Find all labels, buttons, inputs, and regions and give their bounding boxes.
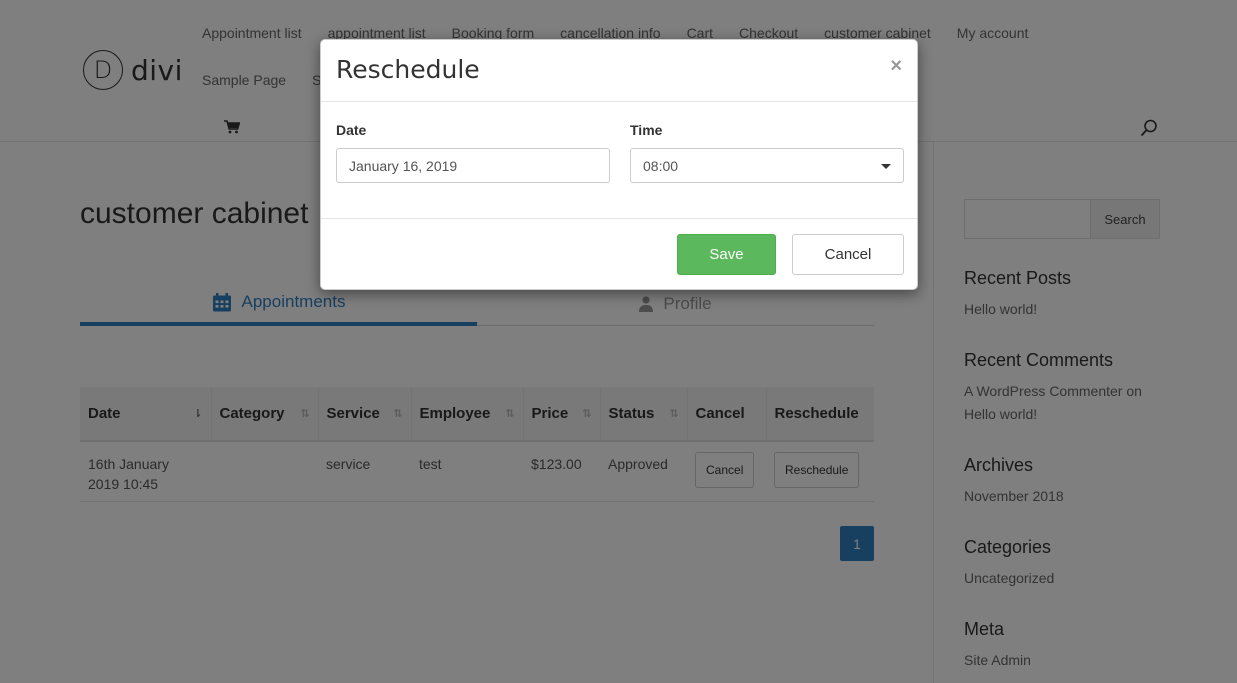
close-icon[interactable]: × bbox=[890, 56, 902, 76]
modal-title: Reschedule bbox=[336, 55, 480, 84]
date-field[interactable]: January 16, 2019 bbox=[336, 148, 610, 183]
chevron-down-icon bbox=[881, 164, 891, 169]
time-select[interactable]: 08:00 bbox=[630, 148, 904, 183]
reschedule-modal: Reschedule × Date January 16, 2019 Time … bbox=[320, 39, 918, 290]
time-label: Time bbox=[630, 122, 663, 138]
date-label: Date bbox=[336, 122, 367, 138]
time-select-value: 08:00 bbox=[643, 158, 679, 174]
modal-header: Reschedule × bbox=[321, 40, 917, 102]
modal-footer: Save Cancel bbox=[321, 219, 917, 291]
modal-body: Date January 16, 2019 Time 08:00 bbox=[321, 102, 917, 219]
cancel-button[interactable]: Cancel bbox=[792, 234, 904, 275]
save-button[interactable]: Save bbox=[677, 234, 776, 275]
